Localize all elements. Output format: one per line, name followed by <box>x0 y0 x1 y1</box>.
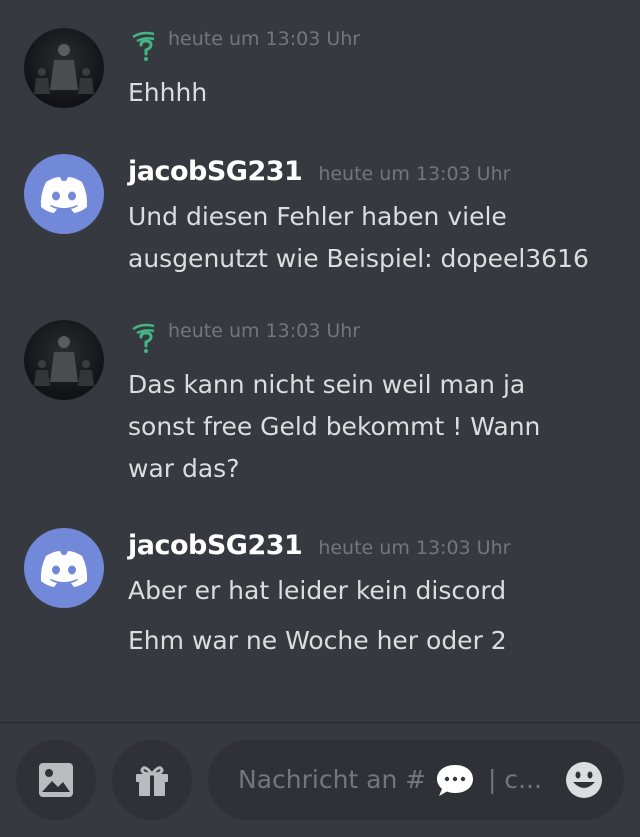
message-input-placeholder: Nachricht an # <box>238 765 427 794</box>
message-timestamp: heute um 13:03 Uhr <box>318 537 511 559</box>
username[interactable]: jacobSG231 <box>128 156 303 187</box>
user-avatar[interactable] <box>24 320 104 400</box>
user-avatar[interactable] <box>24 28 104 108</box>
message-header: jacobSG231 heute um 13:03 Uhr <box>128 156 510 192</box>
message-input[interactable]: Nachricht an # | c... <box>208 740 624 820</box>
message-text: ausgenutzt wie Beispiel: dopeel3616 <box>128 244 589 273</box>
message-list[interactable]: heute um 13:03 Uhr Ehhhh jacobSG231 heut… <box>0 0 640 722</box>
message-text: Das kann nicht sein weil man ja <box>128 370 526 399</box>
image-upload-icon <box>39 763 73 797</box>
user-avatar[interactable] <box>24 528 104 608</box>
message-text: Aber er hat leider kein discord <box>128 576 507 605</box>
user-avatar[interactable] <box>24 154 104 234</box>
soldier-photo-icon <box>34 336 94 386</box>
emoji-smile-icon[interactable] <box>564 760 604 800</box>
soldier-photo-icon <box>34 44 94 94</box>
message-header: heute um 13:03 Uhr <box>128 320 360 356</box>
message-input-placeholder-channel: | c... <box>488 765 542 794</box>
green-question-emblem-icon[interactable] <box>128 29 162 63</box>
speech-bubble-icon <box>437 765 473 796</box>
message-text: sonst free Geld bekommt ! Wann <box>128 412 541 441</box>
message-text: Und diesen Fehler haben viele <box>128 202 507 231</box>
message-composer: Nachricht an # | c... <box>0 723 640 837</box>
message-timestamp: heute um 13:03 Uhr <box>168 28 361 50</box>
message-text: war das? <box>128 454 240 483</box>
message-header: jacobSG231 heute um 13:03 Uhr <box>128 530 510 566</box>
message-header: heute um 13:03 Uhr <box>128 28 360 64</box>
message-timestamp: heute um 13:03 Uhr <box>168 320 361 342</box>
message-text: Ehhhh <box>128 78 208 107</box>
green-question-emblem-icon[interactable] <box>128 321 162 355</box>
gift-icon <box>136 766 168 796</box>
discord-logo-icon <box>40 551 88 587</box>
discord-logo-icon <box>40 177 88 213</box>
username[interactable]: jacobSG231 <box>128 530 303 561</box>
gift-button[interactable] <box>112 740 192 820</box>
image-upload-button[interactable] <box>16 740 96 820</box>
message-text: Ehm war ne Woche her oder 2 <box>128 626 507 655</box>
message-timestamp: heute um 13:03 Uhr <box>318 163 511 185</box>
